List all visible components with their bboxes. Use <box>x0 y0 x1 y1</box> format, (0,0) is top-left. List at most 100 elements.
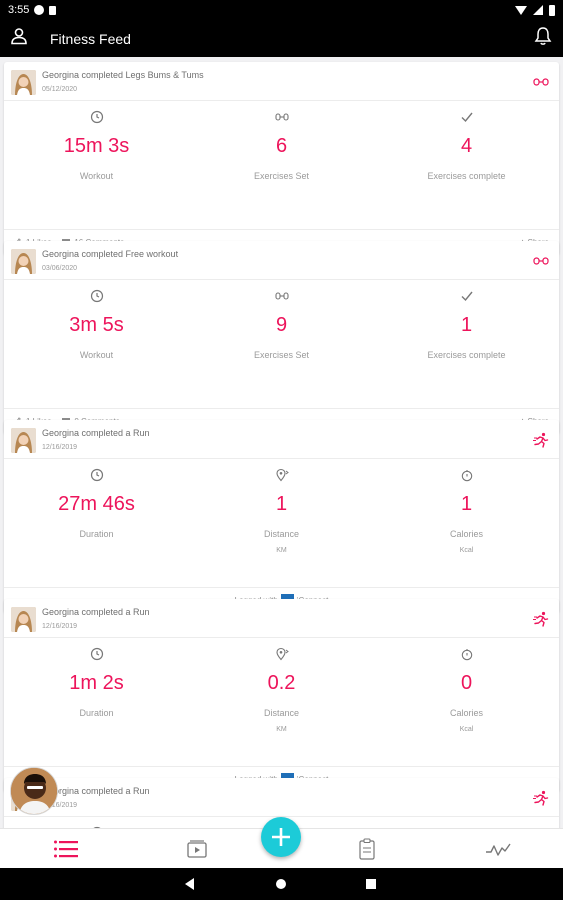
card-headline: Georgina completed a Run <box>42 428 150 438</box>
stat-label: Exercises Set <box>253 171 310 181</box>
avatar[interactable] <box>11 607 36 632</box>
stat-distance: 1 Distance KM <box>189 459 374 554</box>
nav-videos-tab[interactable] <box>183 838 211 860</box>
status-bar: 3:55 <box>0 0 563 20</box>
stat-label: Duration <box>79 529 114 539</box>
stat-value: 1 <box>275 493 288 515</box>
stat-value: 1 <box>460 493 473 515</box>
system-nav-bar <box>0 868 563 900</box>
sim-icon <box>49 5 57 15</box>
card-date: 12/16/2019 <box>42 444 78 451</box>
avatar[interactable] <box>11 70 36 95</box>
clock-icon <box>4 647 189 661</box>
stat-unit: Kcal <box>459 547 474 554</box>
battery-icon <box>549 4 555 16</box>
app-bar: Fitness Feed <box>0 20 563 57</box>
card-header: Georgina completed Legs Bums & Tums 05/1… <box>4 62 559 101</box>
stat-label: Calories <box>449 529 483 539</box>
card-stats: 3m 5s Workout 9 Exercises Set 1 Exercise… <box>4 280 559 408</box>
activity-feed[interactable]: Georgina completed Legs Bums & Tums 05/1… <box>0 57 563 828</box>
stat-unit: KM <box>276 547 287 554</box>
feed-list-icon <box>54 840 78 858</box>
add-activity-button[interactable] <box>261 817 301 857</box>
workout-type-icon <box>533 253 549 271</box>
stat-workout: 15m 3s Workout <box>4 101 189 181</box>
avatar[interactable] <box>11 428 36 453</box>
runner-icon <box>533 432 549 453</box>
stat-value: 4 <box>460 135 473 157</box>
stat-value: 0.2 <box>267 672 296 694</box>
nav-progress-tab[interactable] <box>484 838 512 860</box>
calories-icon <box>374 647 559 661</box>
clock-icon <box>4 468 189 482</box>
stat-calories <box>374 817 559 828</box>
stat-workout: 3m 5s Workout <box>4 280 189 360</box>
stat-calories: 0 Calories Kcal <box>374 638 559 733</box>
stat-calories: 1 Calories Kcal <box>374 459 559 554</box>
feed-card[interactable]: Georgina completed Legs Bums & Tums 05/1… <box>4 62 559 255</box>
stat-label: Calories <box>449 708 483 718</box>
stat-value: 1m 2s <box>69 672 124 694</box>
stat-label: Exercises Set <box>253 350 310 360</box>
stat-value: 0 <box>460 672 473 694</box>
stat-value: 15m 3s <box>63 135 130 157</box>
stat-value: 3m 5s <box>69 314 124 336</box>
stat-duration: 27m 46s Duration <box>4 459 189 547</box>
stat-label: Duration <box>79 708 114 718</box>
signal-icon <box>533 5 543 15</box>
nav-feed-tab[interactable] <box>52 838 80 860</box>
card-headline: Georgina completed Free workout <box>42 249 179 259</box>
stat-label: Exercises complete <box>427 350 506 360</box>
recent-apps-icon[interactable] <box>366 879 376 889</box>
avatar[interactable] <box>11 249 36 274</box>
stat-unit: KM <box>276 726 287 733</box>
card-header: Georgina completed Free workout 03/06/20… <box>4 241 559 280</box>
stat-label: Distance <box>263 529 299 539</box>
status-time: 3:55 <box>8 4 30 16</box>
coach-avatar[interactable] <box>10 767 58 815</box>
stat-exercises-complete: 1 Exercises complete <box>374 280 559 360</box>
home-icon[interactable] <box>276 879 286 889</box>
stat-duration <box>4 817 189 828</box>
nav-plans-tab[interactable] <box>353 838 381 860</box>
card-headline: Georgina completed a Run <box>42 607 150 617</box>
card-header: Georgina completed a Run 12/16/2019 <box>4 599 559 638</box>
stat-exercises-complete: 4 Exercises complete <box>374 101 559 181</box>
card-stats: 1m 2s Duration 0.2 Distance KM 0 Calorie… <box>4 638 559 766</box>
exercises-icon <box>189 289 374 303</box>
wifi-icon <box>515 5 527 15</box>
exercises-icon <box>189 110 374 124</box>
card-headline: Georgina completed Legs Bums & Tums <box>42 70 204 80</box>
stat-distance: 0.2 Distance KM <box>189 638 374 733</box>
back-icon[interactable] <box>185 878 194 890</box>
card-header: Georgina completed a Run 12/16/2019 <box>4 420 559 459</box>
workout-type-icon <box>533 74 549 92</box>
video-icon <box>187 840 207 858</box>
profile-icon[interactable] <box>10 27 28 50</box>
card-date: 05/12/2020 <box>42 86 78 93</box>
clipboard-icon <box>359 838 375 860</box>
bell-icon[interactable] <box>533 26 553 51</box>
activity-graph-icon <box>486 843 511 856</box>
stat-duration: 1m 2s Duration <box>4 638 189 726</box>
clock-icon <box>4 110 189 124</box>
clock-icon <box>4 289 189 303</box>
card-stats: 27m 46s Duration 1 Distance KM 1 Calorie… <box>4 459 559 587</box>
card-date: 03/06/2020 <box>42 265 78 272</box>
runner-icon <box>533 790 549 811</box>
card-header: Georgina completed a Run 12/16/2019 <box>4 778 559 817</box>
card-stats: 15m 3s Workout 6 Exercises Set 4 Exercis… <box>4 101 559 229</box>
plus-icon <box>272 828 290 846</box>
stat-value: 27m 46s <box>58 493 135 515</box>
feed-card[interactable]: Georgina completed a Run 12/16/2019 1m 2… <box>4 599 559 792</box>
feed-card[interactable]: Georgina completed Free workout 03/06/20… <box>4 241 559 434</box>
page-title: Fitness Feed <box>50 30 131 47</box>
stat-label: Distance <box>263 708 299 718</box>
location-pin-icon <box>189 468 374 482</box>
card-date: 12/16/2019 <box>42 623 78 630</box>
feed-card[interactable]: Georgina completed a Run 12/16/2019 27m … <box>4 420 559 613</box>
stat-exercises-set: 9 Exercises Set <box>189 280 374 360</box>
stat-label: Workout <box>79 350 114 360</box>
stat-value: 6 <box>275 135 288 157</box>
stat-exercises-set: 6 Exercises Set <box>189 101 374 181</box>
